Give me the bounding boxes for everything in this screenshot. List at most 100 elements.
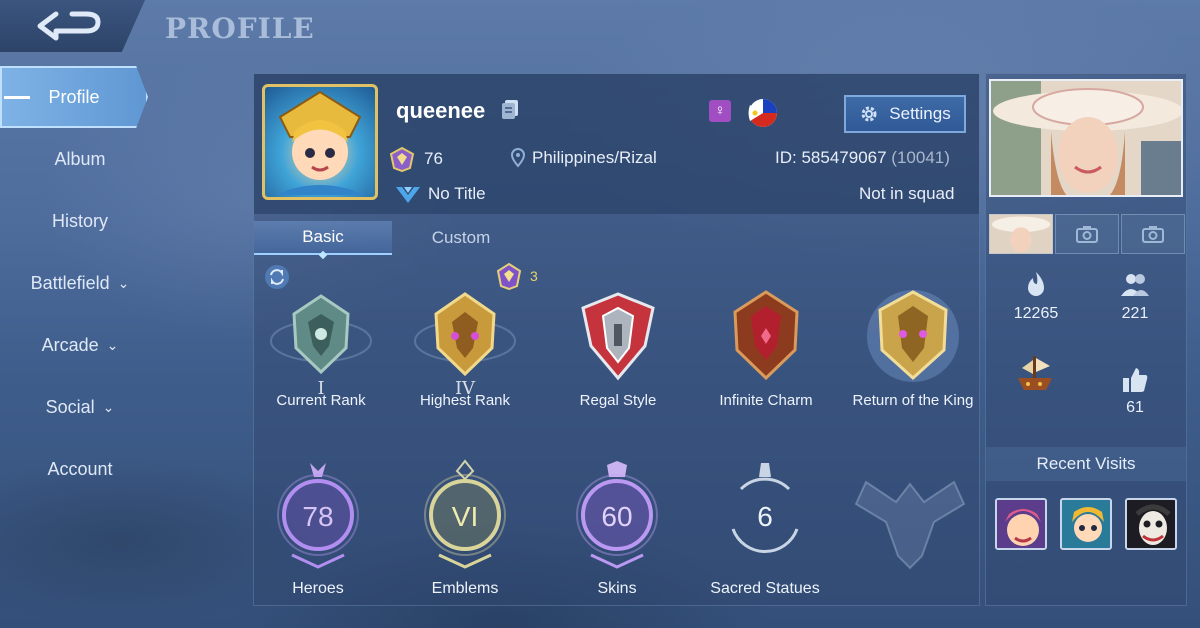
rank-label: Infinite Charm bbox=[719, 392, 813, 409]
sidebar-item-history[interactable]: History bbox=[0, 190, 160, 252]
player-id: ID: 585479067 (10041) bbox=[775, 148, 950, 168]
chevron-down-icon: ⌄ bbox=[117, 274, 130, 291]
rank-tier: I bbox=[317, 378, 325, 399]
sidebar-item-account[interactable]: Account bbox=[0, 438, 160, 500]
title-text: No Title bbox=[428, 184, 486, 203]
sidebar-item-album[interactable]: Album bbox=[0, 128, 160, 190]
sidebar-item-battlefield[interactable]: Battlefield ⌄ bbox=[0, 252, 160, 314]
sidebar-item-label: Social bbox=[45, 396, 95, 417]
location-text: Philippines/Rizal bbox=[532, 148, 657, 167]
current-rank[interactable]: I Current Rank bbox=[256, 286, 386, 409]
fire-icon bbox=[1028, 272, 1044, 296]
friends-value: 221 bbox=[1121, 305, 1149, 322]
profile-panel: queenee ♀ Settings 76 Philippines/Rizal … bbox=[253, 73, 980, 606]
return-of-the-king-icon bbox=[867, 290, 959, 382]
level-info: 76 bbox=[388, 146, 443, 172]
sidebar-item-label: History bbox=[51, 210, 108, 231]
highest-rank[interactable]: IV Highest Rank bbox=[400, 286, 530, 409]
sidebar-item-label: Profile bbox=[48, 86, 100, 107]
visitor-avatar[interactable] bbox=[1060, 498, 1112, 550]
stat-label: Sacred Statues bbox=[710, 580, 820, 597]
level-value: 76 bbox=[424, 149, 443, 168]
page-title: PROFILE bbox=[165, 12, 315, 45]
id-label: ID: bbox=[775, 148, 797, 167]
album-thumbnail[interactable] bbox=[989, 214, 1053, 254]
visitor-avatar-image bbox=[1127, 500, 1175, 548]
popularity-stat[interactable]: 12265 bbox=[991, 270, 1081, 323]
regal-style-badge[interactable]: Regal Style bbox=[553, 286, 683, 409]
back-button[interactable] bbox=[0, 0, 145, 52]
skins-count: 60 bbox=[601, 501, 633, 532]
heroes-stat[interactable]: 78 Heroes bbox=[253, 459, 383, 598]
title-wings-icon bbox=[396, 187, 420, 203]
album-panel: 12265 221 61 Recent Visits bbox=[985, 73, 1187, 606]
username: queenee bbox=[396, 98, 486, 123]
friends-stat[interactable]: 221 bbox=[1090, 270, 1180, 323]
sidebar-item-social[interactable]: Social ⌄ bbox=[0, 376, 160, 438]
profile-photo[interactable] bbox=[989, 79, 1183, 197]
camera-icon bbox=[1142, 226, 1164, 243]
hero-avatar-image bbox=[275, 90, 365, 195]
squad-status: Not in squad bbox=[859, 184, 955, 203]
copy-icon[interactable] bbox=[500, 98, 520, 120]
female-icon: ♀ bbox=[709, 100, 731, 122]
sidebar-item-label: Account bbox=[47, 458, 113, 479]
likes-stat[interactable]: 61 bbox=[1090, 366, 1180, 417]
friends-icon bbox=[1121, 274, 1149, 296]
rank-label: Return of the King bbox=[852, 392, 974, 409]
gear-icon bbox=[861, 106, 877, 122]
mythic-gold-rank-icon bbox=[414, 292, 516, 377]
sacred-statues-stat[interactable]: 6 Sacred Statues bbox=[700, 459, 830, 598]
regal-style-icon bbox=[581, 292, 655, 381]
infinite-charm-badge[interactable]: Infinite Charm bbox=[701, 286, 831, 409]
heroes-count: 78 bbox=[302, 501, 334, 532]
chevron-down-icon: ⌄ bbox=[102, 398, 115, 415]
thumbs-up-icon bbox=[1123, 368, 1148, 392]
level-badge-icon bbox=[389, 146, 415, 172]
recent-visits-title: Recent Visits bbox=[986, 447, 1186, 481]
stat-label: Emblems bbox=[431, 580, 499, 597]
likes-value: 61 bbox=[1126, 399, 1144, 416]
avatar[interactable] bbox=[262, 84, 378, 200]
stats-row: 78 Heroes VI Emblems 60 Skins 6 Sacred S… bbox=[254, 459, 979, 599]
profile-tabs: Basic Custom bbox=[254, 221, 530, 255]
sidebar-item-label: Album bbox=[54, 148, 106, 169]
add-photo-slot[interactable] bbox=[1121, 214, 1185, 254]
profile-photo-image bbox=[991, 81, 1181, 195]
id-value: 585479067 bbox=[801, 148, 887, 167]
return-of-the-king-badge[interactable]: Return of the King bbox=[848, 286, 978, 409]
rank-row: I Current Rank IV Highest Rank Regal Sty… bbox=[254, 286, 979, 436]
stat-label: Heroes bbox=[292, 580, 344, 597]
player-title[interactable]: No Title bbox=[394, 183, 486, 205]
tab-custom[interactable]: Custom bbox=[392, 221, 530, 255]
infinite-charm-icon bbox=[733, 290, 799, 381]
visitor-avatar-image bbox=[1062, 500, 1110, 548]
thumbnail-photo-image bbox=[990, 215, 1052, 253]
skins-stat[interactable]: 60 Skins bbox=[552, 459, 682, 598]
popularity-value: 12265 bbox=[1013, 305, 1059, 322]
visitor-avatar[interactable] bbox=[1125, 498, 1177, 550]
mythic-gray-rank-icon bbox=[270, 294, 372, 375]
sidebar-item-arcade[interactable]: Arcade ⌄ bbox=[0, 314, 160, 376]
chevron-down-icon: ⌄ bbox=[106, 336, 119, 353]
settings-label: Settings bbox=[889, 104, 951, 123]
sidebar-item-label: Battlefield bbox=[30, 272, 110, 293]
tab-basic[interactable]: Basic bbox=[254, 221, 392, 255]
profile-header: queenee ♀ Settings 76 Philippines/Rizal … bbox=[254, 74, 979, 214]
camera-icon bbox=[1076, 226, 1098, 243]
sidebar-item-label: Arcade bbox=[41, 334, 99, 355]
settings-button[interactable]: Settings bbox=[844, 95, 966, 133]
add-photo-slot[interactable] bbox=[1055, 214, 1119, 254]
visitor-avatar[interactable] bbox=[995, 498, 1047, 550]
rank-label: Regal Style bbox=[579, 392, 657, 409]
location-pin-icon bbox=[510, 148, 526, 168]
philippines-flag-icon bbox=[748, 99, 777, 127]
ship-icon[interactable] bbox=[1012, 352, 1058, 396]
location-info: Philippines/Rizal bbox=[510, 148, 657, 168]
emblems-stat[interactable]: VI Emblems bbox=[400, 459, 530, 598]
rank-tier: IV bbox=[454, 378, 476, 399]
album-thumbnails bbox=[989, 214, 1185, 254]
stat-label: Skins bbox=[597, 580, 637, 597]
sidebar: Profile Album History Battlefield ⌄ Arca… bbox=[0, 66, 160, 500]
sidebar-item-profile[interactable]: Profile bbox=[0, 66, 148, 128]
